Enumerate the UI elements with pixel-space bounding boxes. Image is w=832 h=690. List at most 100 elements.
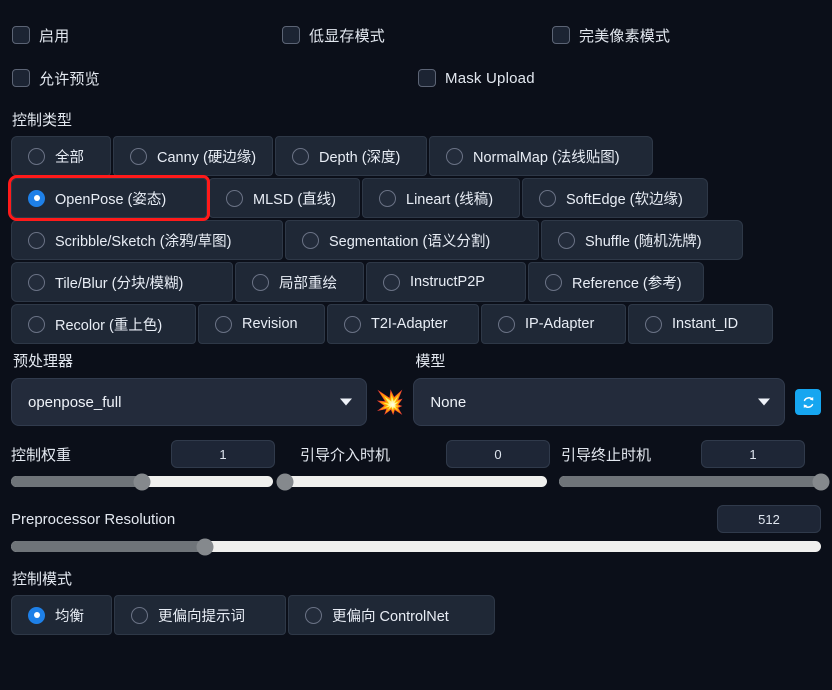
control-type-option-label: Canny (硬边缘) bbox=[157, 149, 257, 166]
control-type-option-label: NormalMap (法线贴图) bbox=[473, 149, 620, 166]
radio-icon bbox=[383, 273, 400, 291]
control-type-option-label: Shuffle (随机洗牌) bbox=[585, 233, 702, 250]
control-type-label: 控制类型 bbox=[12, 112, 73, 129]
control-type-option-label: Tile/Blur (分块/模糊) bbox=[55, 275, 184, 292]
checkbox-row-1: 启用 低显存模式 完美像素模式 bbox=[0, 16, 832, 54]
control-type-option-label: Lineart (线稿) bbox=[406, 191, 494, 208]
control-type-row-2: OpenPose (姿态) MLSD (直线) Lineart (线稿) Sof… bbox=[0, 175, 832, 221]
chevron-down-icon[interactable] bbox=[758, 398, 770, 406]
radio-icon-selected bbox=[28, 606, 45, 624]
radio-icon bbox=[28, 315, 45, 333]
checkbox-allow-preview[interactable]: 允许预览 bbox=[12, 68, 418, 89]
control-type-option-revision[interactable]: Revision bbox=[198, 304, 325, 344]
control-type-option-t2i-adapter[interactable]: T2I-Adapter bbox=[327, 304, 479, 344]
resolution-input[interactable]: 512 bbox=[717, 505, 821, 533]
resolution-slider[interactable] bbox=[11, 538, 821, 555]
radio-icon bbox=[446, 147, 463, 165]
radio-icon bbox=[28, 273, 45, 291]
control-type-option-ip-adapter[interactable]: IP-Adapter bbox=[481, 304, 626, 344]
radio-icon bbox=[305, 606, 322, 624]
control-type-option-reference[interactable]: Reference (参考) bbox=[528, 262, 704, 302]
checkbox-box-mask-upload[interactable] bbox=[418, 69, 436, 87]
control-type-option-mlsd[interactable]: MLSD (直线) bbox=[209, 178, 360, 218]
checkbox-label-mask-upload: Mask Upload bbox=[445, 69, 535, 87]
resolution-header: Preprocessor Resolution 512 bbox=[11, 505, 821, 533]
control-type-option-label: MLSD (直线) bbox=[253, 191, 336, 208]
control-mode-row: 均衡 更偏向提示词 更偏向 ControlNet bbox=[0, 595, 832, 635]
checkbox-enable[interactable]: 启用 bbox=[12, 25, 282, 46]
checkbox-label-allow-preview: 允许预览 bbox=[39, 70, 100, 88]
guidance-start-slider[interactable] bbox=[276, 473, 547, 490]
preprocessor-dropdown[interactable]: openpose_full bbox=[11, 378, 367, 426]
control-weight-slider[interactable] bbox=[11, 473, 273, 490]
control-type-option-scribble[interactable]: Scribble/Sketch (涂鸦/草图) bbox=[11, 220, 283, 260]
checkbox-box-low-vram[interactable] bbox=[282, 26, 300, 44]
radio-icon bbox=[226, 189, 243, 207]
control-type-option-label: OpenPose (姿态) bbox=[55, 191, 167, 208]
control-type-option-lineart[interactable]: Lineart (线稿) bbox=[362, 178, 520, 218]
control-type-option-softedge[interactable]: SoftEdge (软边缘) bbox=[522, 178, 708, 218]
radio-icon bbox=[131, 606, 148, 624]
model-dropdown[interactable]: None bbox=[413, 378, 785, 426]
control-type-option-label: Segmentation (语义分割) bbox=[329, 233, 491, 250]
radio-icon bbox=[292, 147, 309, 165]
resolution-value: 512 bbox=[758, 511, 780, 527]
control-type-row-3: Scribble/Sketch (涂鸦/草图) Segmentation (语义… bbox=[0, 220, 832, 260]
radio-icon bbox=[498, 315, 515, 333]
radio-icon bbox=[130, 147, 147, 165]
control-weight-input[interactable]: 1 bbox=[171, 440, 275, 468]
refresh-models-button[interactable] bbox=[795, 389, 821, 415]
controlnet-panel: 启用 低显存模式 完美像素模式 允许预览 Mask Upload 控制类型 全部 bbox=[0, 16, 832, 690]
control-mode-label: 控制模式 bbox=[12, 571, 73, 588]
control-type-option-label: SoftEdge (软边缘) bbox=[566, 191, 683, 208]
control-type-option-shuffle[interactable]: Shuffle (随机洗牌) bbox=[541, 220, 743, 260]
chevron-down-icon[interactable] bbox=[339, 398, 352, 406]
preprocessor-group: 预处理器 openpose_full bbox=[11, 350, 367, 426]
checkbox-pixel-perfect[interactable]: 完美像素模式 bbox=[552, 25, 670, 46]
control-mode-option-balanced[interactable]: 均衡 bbox=[11, 595, 112, 635]
control-type-option-segmentation[interactable]: Segmentation (语义分割) bbox=[285, 220, 539, 260]
control-type-option-depth[interactable]: Depth (深度) bbox=[275, 136, 427, 176]
control-type-option-inpaint[interactable]: 局部重绘 bbox=[235, 262, 364, 302]
control-type-option-recolor[interactable]: Recolor (重上色) bbox=[11, 304, 196, 344]
control-type-option-canny[interactable]: Canny (硬边缘) bbox=[113, 136, 273, 176]
checkbox-box-allow-preview[interactable] bbox=[12, 69, 30, 87]
control-type-option-label: 全部 bbox=[55, 149, 84, 166]
checkbox-low-vram[interactable]: 低显存模式 bbox=[282, 25, 552, 46]
slider-handle[interactable] bbox=[133, 473, 151, 490]
guidance-end-slider[interactable] bbox=[559, 473, 830, 490]
control-type-option-tile-blur[interactable]: Tile/Blur (分块/模糊) bbox=[11, 262, 233, 302]
slider-headers: 控制权重 1 引导介入时机 0 引导终止时机 1 bbox=[11, 440, 821, 468]
resolution-label: Preprocessor Resolution bbox=[11, 510, 176, 528]
checkbox-box-pixel-perfect[interactable] bbox=[552, 26, 570, 44]
preprocessor-value: openpose_full bbox=[28, 393, 122, 411]
control-type-option-openpose[interactable]: OpenPose (姿态) bbox=[8, 175, 210, 221]
radio-icon bbox=[344, 315, 361, 333]
burst-icon: 💥 bbox=[375, 389, 405, 415]
slider-handle[interactable] bbox=[812, 473, 830, 490]
guidance-end-input[interactable]: 1 bbox=[701, 440, 805, 468]
slider-handle[interactable] bbox=[276, 473, 294, 490]
control-type-option-label: Revision bbox=[242, 316, 298, 332]
control-type-option-instant-id[interactable]: Instant_ID bbox=[628, 304, 773, 344]
radio-icon bbox=[539, 189, 556, 207]
checkbox-box-enable[interactable] bbox=[12, 26, 30, 44]
guidance-start-input[interactable]: 0 bbox=[446, 440, 550, 468]
control-type-row-4: Tile/Blur (分块/模糊) 局部重绘 InstructP2P Refer… bbox=[0, 262, 832, 302]
model-group: 模型 None bbox=[413, 350, 785, 426]
radio-icon bbox=[379, 189, 396, 207]
control-type-option-all[interactable]: 全部 bbox=[11, 136, 111, 176]
slider-handle[interactable] bbox=[196, 538, 214, 555]
radio-icon bbox=[302, 231, 319, 249]
control-type-option-normalmap[interactable]: NormalMap (法线贴图) bbox=[429, 136, 653, 176]
radio-icon bbox=[215, 315, 232, 333]
checkbox-mask-upload[interactable]: Mask Upload bbox=[418, 69, 535, 87]
control-weight-label: 控制权重 bbox=[11, 446, 72, 464]
control-type-option-label: Instant_ID bbox=[672, 316, 739, 332]
radio-icon-selected bbox=[28, 189, 45, 207]
guidance-end-value: 1 bbox=[749, 446, 757, 462]
control-mode-option-controlnet[interactable]: 更偏向 ControlNet bbox=[288, 595, 495, 635]
control-mode-option-prompt[interactable]: 更偏向提示词 bbox=[114, 595, 286, 635]
control-type-row-5: Recolor (重上色) Revision T2I-Adapter IP-Ad… bbox=[0, 304, 832, 344]
control-type-option-instructp2p[interactable]: InstructP2P bbox=[366, 262, 526, 302]
